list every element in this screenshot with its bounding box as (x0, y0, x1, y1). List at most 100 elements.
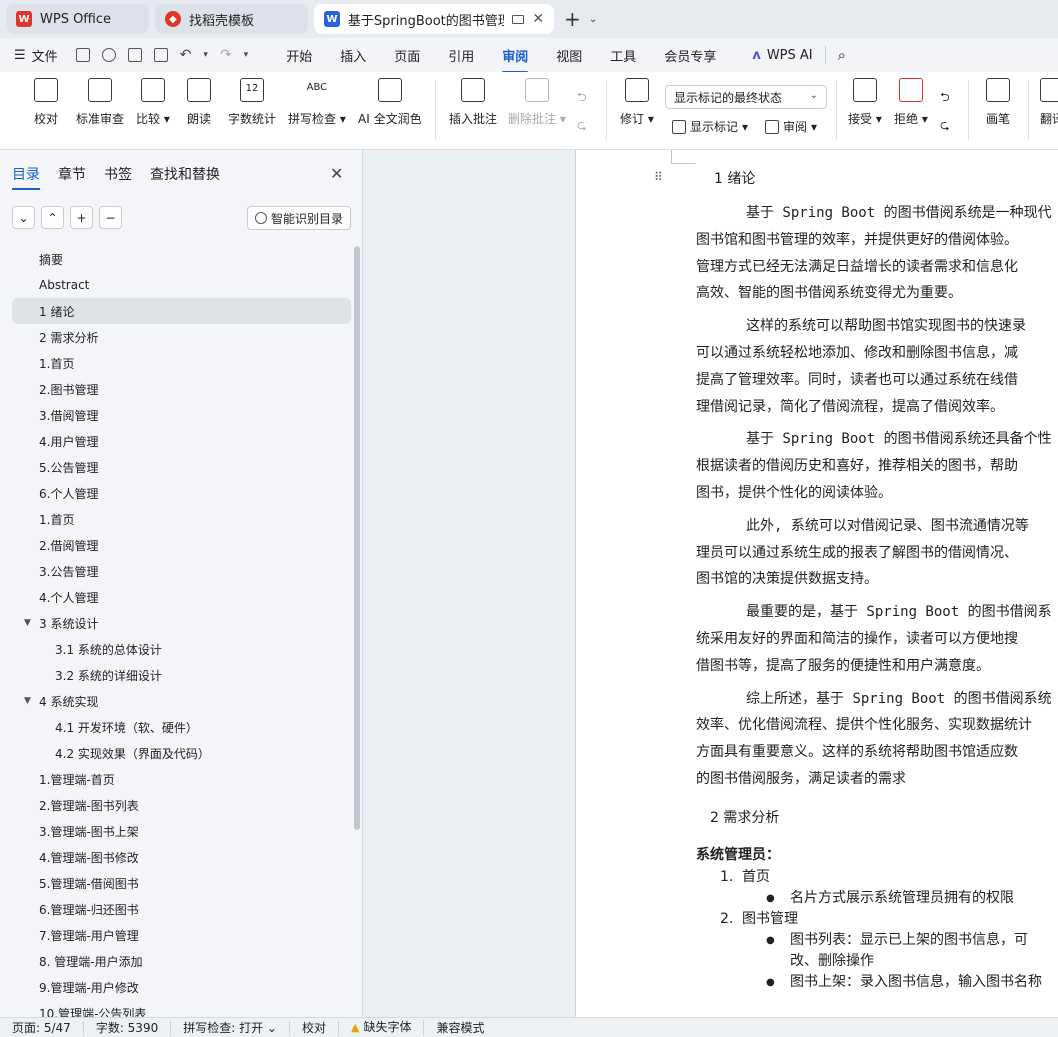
menu-start[interactable]: 开始 (286, 46, 312, 65)
toc-item[interactable]: 8. 管理端-用户添加 (12, 948, 351, 974)
reject-button[interactable]: 拒绝 ▾ (894, 78, 928, 127)
review-pane-button[interactable]: 审阅 ▾ (765, 118, 817, 135)
add-heading-icon[interactable]: + (70, 206, 93, 229)
chevron-down-icon[interactable]: ▾ (203, 50, 208, 60)
previous-comment-icon[interactable]: ⮌ (577, 88, 587, 109)
word-count-button[interactable]: 12 字数统计 (228, 78, 276, 127)
missing-font-status[interactable]: ▲ 缺失字体 (339, 1020, 425, 1035)
toc-item[interactable]: 4.2 实现效果（界面及代码） (12, 740, 351, 766)
document-body[interactable]: 1 绪论 基于 Spring Boot 的图书借阅系统是一种现代 图书馆和图书管理… (696, 166, 1058, 993)
toc-item[interactable]: Abstract (12, 272, 351, 298)
toc-item[interactable]: 7.管理端-用户管理 (12, 922, 351, 948)
toc-item[interactable]: 3.2 系统的详细设计 (12, 662, 351, 688)
expand-triangle-icon[interactable]: ▼ (24, 618, 31, 628)
next-change-icon[interactable]: ⮎ (940, 116, 950, 137)
toc-item[interactable]: 9.管理端-用户修改 (12, 974, 351, 1000)
menu-review[interactable]: 审阅 (502, 46, 529, 73)
toc-item[interactable]: 5.公告管理 (12, 454, 351, 480)
expand-triangle-icon[interactable]: ▼ (24, 696, 31, 706)
undo-icon[interactable]: ↶ (180, 47, 192, 63)
toc-item[interactable]: 3.借阅管理 (12, 402, 351, 428)
proofread-button[interactable]: 校对 (34, 78, 58, 127)
page-indicator[interactable]: 页面: 5/47 (0, 1020, 84, 1035)
toc-item[interactable]: 3.1 系统的总体设计 (12, 636, 351, 662)
toc-item[interactable]: 1.首页 (12, 506, 351, 532)
toc-item[interactable]: 2 需求分析 (12, 324, 351, 350)
save-icon[interactable] (75, 48, 90, 62)
tab-sections[interactable]: 章节 (58, 164, 86, 190)
sidebar-scrollbar[interactable] (354, 246, 360, 830)
menu-page[interactable]: 页面 (394, 46, 420, 65)
show-markup-button[interactable]: 显示标记 ▾ (672, 118, 748, 135)
word-count[interactable]: 字数: 5390 (84, 1020, 172, 1035)
wps-ai-button[interactable]: ᴧ WPS AI (752, 48, 812, 63)
toc-item[interactable]: 1.管理端-首页 (12, 766, 351, 792)
redo-icon[interactable]: ↷ (220, 47, 232, 63)
delete-comment-button[interactable]: 删除批注 ▾ (508, 78, 566, 127)
translate-button[interactable]: 翻译 (1040, 78, 1058, 127)
file-menu[interactable]: ☰ 文件 (14, 46, 58, 65)
menu-member[interactable]: 会员专享 (664, 46, 716, 65)
paragraph-line: 这样的系统可以帮助图书馆实现图书的快速录 (746, 318, 1026, 335)
pen-button[interactable]: 画笔 (986, 78, 1010, 127)
tab-docer-templates[interactable]: ◆ 找稻壳模板 (155, 4, 309, 34)
toc-item[interactable]: 4.用户管理 (12, 428, 351, 454)
smart-toc-button[interactable]: 智能识别目录 (247, 206, 352, 230)
close-icon[interactable]: ✕ (330, 164, 343, 183)
share-icon[interactable] (101, 48, 116, 62)
tab-document[interactable]: W 基于SpringBoot的图书管理系 ✕ (314, 4, 555, 34)
toc-item[interactable]: 3.公告管理 (12, 558, 351, 584)
toc-item[interactable]: 3.管理端-图书上架 (12, 818, 351, 844)
spell-check-status[interactable]: 拼写检查: 打开 ⌄ (171, 1020, 290, 1035)
compare-button[interactable]: 比较 ▾ (136, 78, 170, 127)
toc-item[interactable]: 2.图书管理 (12, 376, 351, 402)
menu-insert[interactable]: 插入 (340, 46, 366, 65)
toc-item[interactable]: 5.管理端-借阅图书 (12, 870, 351, 896)
next-comment-icon[interactable]: ⮎ (577, 116, 587, 137)
revise-button[interactable]: 修订 ▾ (620, 78, 654, 127)
ai-polish-button[interactable]: AI 全文润色 (358, 78, 422, 127)
expand-all-icon[interactable]: ⌄ (12, 206, 35, 229)
toc-item[interactable]: 10.管理端-公告列表 (12, 1000, 351, 1018)
list-item: 1. 首页 (696, 867, 1058, 888)
insert-comment-button[interactable]: 插入批注 (449, 78, 497, 127)
toc-item[interactable]: 1.首页 (12, 350, 351, 376)
tab-find-replace[interactable]: 查找和替换 (150, 164, 220, 190)
standard-review-button[interactable]: 标准审查 (76, 78, 124, 127)
markup-mode-select[interactable]: 显示标记的最终状态 ⌄ (665, 85, 827, 109)
ribbon-divider (1028, 80, 1029, 140)
toc-item[interactable]: 4.管理端-图书修改 (12, 844, 351, 870)
toc-item[interactable]: 6.个人管理 (12, 480, 351, 506)
menu-view[interactable]: 视图 (556, 46, 582, 65)
chevron-down-icon[interactable]: ⌄ (589, 14, 597, 25)
toc-item[interactable]: 2.管理端-图书列表 (12, 792, 351, 818)
toc-item[interactable]: ▼ 3 系统设计 (12, 610, 351, 636)
tab-bookmarks[interactable]: 书签 (104, 164, 132, 190)
read-aloud-button[interactable]: 朗读 (187, 78, 211, 127)
toc-item[interactable]: 4.1 开发环境（软、硬件） (12, 714, 351, 740)
toc-item[interactable]: 2.借阅管理 (12, 532, 351, 558)
proofread-status[interactable]: 校对 (290, 1020, 339, 1035)
monitor-icon[interactable] (512, 14, 525, 24)
close-icon[interactable]: ✕ (532, 11, 544, 27)
previous-change-icon[interactable]: ⮌ (940, 88, 950, 109)
toc-item[interactable]: 4.个人管理 (12, 584, 351, 610)
toc-item[interactable]: 摘要 (12, 246, 351, 272)
toc-item[interactable]: 1 绪论 (12, 298, 351, 324)
collapse-all-icon[interactable]: ⌃ (41, 206, 64, 229)
print-preview-icon[interactable] (153, 48, 168, 62)
new-tab-plus-icon[interactable]: + (564, 7, 581, 31)
spell-check-button[interactable]: ABC 拼写检查 ▾ (288, 78, 346, 127)
chevron-down-icon[interactable]: ▾ (244, 50, 249, 60)
tab-wps-office[interactable]: W WPS Office (6, 4, 150, 34)
tab-toc[interactable]: 目录 (12, 164, 40, 190)
menu-tools[interactable]: 工具 (610, 46, 636, 65)
print-icon[interactable] (127, 48, 142, 62)
menu-references[interactable]: 引用 (448, 46, 474, 65)
remove-heading-icon[interactable]: − (99, 206, 122, 229)
toc-item[interactable]: ▼ 4 系统实现 (12, 688, 351, 714)
accept-button[interactable]: 接受 ▾ (848, 78, 882, 127)
toc-item[interactable]: 6.管理端-归还图书 (12, 896, 351, 922)
drag-handle-icon[interactable]: ⠿ (654, 170, 663, 184)
search-icon[interactable]: ⌕ (838, 46, 846, 64)
